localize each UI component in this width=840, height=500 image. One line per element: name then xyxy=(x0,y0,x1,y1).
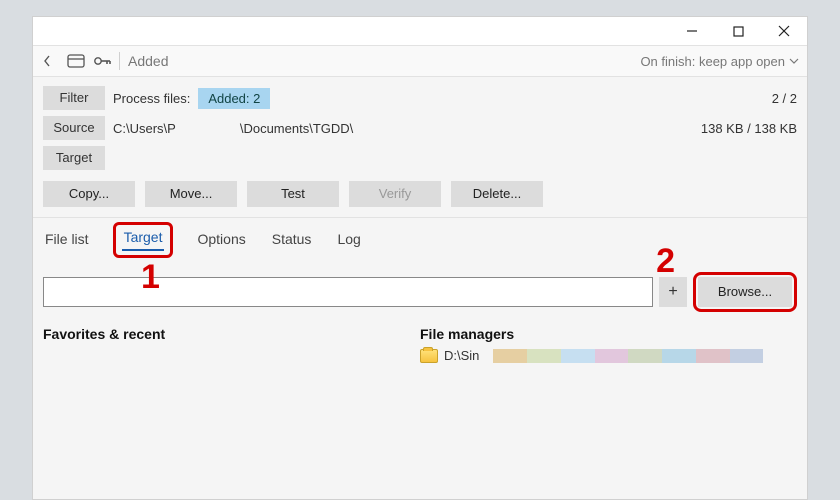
test-button[interactable]: Test xyxy=(247,181,339,207)
filemanagers-heading: File managers xyxy=(420,326,797,342)
filemanager-item[interactable]: D:\Sin xyxy=(420,348,797,363)
file-count: 2 / 2 xyxy=(772,91,797,106)
tab-options[interactable]: Options xyxy=(195,229,247,251)
annotation-1: 1 xyxy=(141,258,160,297)
target-path-input[interactable] xyxy=(43,277,653,307)
favorites-heading: Favorites & recent xyxy=(43,326,420,342)
titlebar xyxy=(33,17,807,45)
annotation-2: 2 xyxy=(656,242,675,281)
target-row: 1 2 + Browse... xyxy=(33,264,807,318)
folder-icon xyxy=(420,349,438,363)
target-button[interactable]: Target xyxy=(43,146,105,170)
favorites-column: Favorites & recent xyxy=(43,326,420,363)
tab-target[interactable]: Target xyxy=(122,227,165,251)
key-icon[interactable] xyxy=(93,52,111,70)
annotation-browse-box: Browse... xyxy=(693,272,797,312)
added-label: Added xyxy=(128,53,168,69)
tab-log[interactable]: Log xyxy=(335,229,362,251)
app-window: Added On finish: keep app open Filter Pr… xyxy=(32,16,808,500)
on-finish-label: On finish: keep app open xyxy=(640,54,785,69)
filter-button[interactable]: Filter xyxy=(43,86,105,110)
back-icon[interactable] xyxy=(41,52,59,70)
delete-button[interactable]: Delete... xyxy=(451,181,543,207)
lists-area: Favorites & recent File managers D:\Sin xyxy=(33,318,807,371)
action-bar: Copy... Move... Test Verify Delete... xyxy=(33,173,807,218)
copy-button[interactable]: Copy... xyxy=(43,181,135,207)
redacted-text xyxy=(493,349,763,363)
browse-button[interactable]: Browse... xyxy=(698,277,792,307)
annotation-target-box: Target xyxy=(113,222,174,258)
added-chip[interactable]: Added: 2 xyxy=(198,88,270,109)
move-button[interactable]: Move... xyxy=(145,181,237,207)
toolbar: Added On finish: keep app open xyxy=(33,45,807,77)
filemanager-item-label: D:\Sin xyxy=(444,348,479,363)
maximize-button[interactable] xyxy=(715,17,761,45)
tab-filelist[interactable]: File list xyxy=(43,229,91,251)
chevron-down-icon xyxy=(789,54,799,69)
size-label: 138 KB / 138 KB xyxy=(701,121,797,136)
verify-button: Verify xyxy=(349,181,441,207)
tab-status[interactable]: Status xyxy=(270,229,314,251)
summary-rows: Filter Process files: Added: 2 2 / 2 Sou… xyxy=(33,77,807,173)
close-button[interactable] xyxy=(761,17,807,45)
card-icon[interactable] xyxy=(67,52,85,70)
filemanagers-column: File managers D:\Sin xyxy=(420,326,797,363)
source-path-left: C:\Users\P xyxy=(113,121,176,136)
minimize-button[interactable] xyxy=(669,17,715,45)
process-files-label: Process files: xyxy=(113,91,190,106)
source-path-right: \Documents\TGDD\ xyxy=(240,121,353,136)
on-finish-dropdown[interactable]: On finish: keep app open xyxy=(640,54,799,69)
add-target-button[interactable]: + xyxy=(659,277,687,307)
source-button[interactable]: Source xyxy=(43,116,105,140)
